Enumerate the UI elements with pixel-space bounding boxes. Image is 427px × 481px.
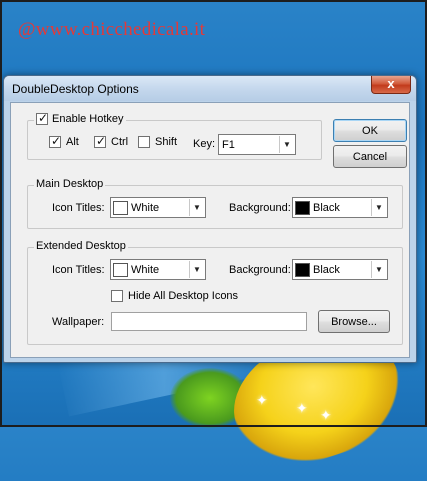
dropdown-arrow-icon: ▼ [189,199,204,216]
enable-hotkey-label: Enable Hotkey [52,113,124,125]
extended-desktop-group-label-wrap: Extended Desktop [34,240,128,252]
extended-desktop-label: Extended Desktop [36,240,126,252]
ext-icon-titles-select[interactable]: White ▼ [110,259,206,280]
watermark-text: @www.chicchedicala.it [18,19,206,40]
hide-icons-label: Hide All Desktop Icons [128,290,239,302]
alt-checkbox[interactable]: ✓ [49,134,62,148]
options-dialog: DoubleDesktop Options x ✓ Enable Hotkey … [3,75,417,363]
main-desktop-group: Main Desktop Icon Titles: White ▼ Backgr… [27,178,403,229]
ok-button[interactable]: OK [333,119,407,142]
shift-checkbox[interactable] [138,136,150,148]
alt-checkbox-row[interactable]: ✓ Alt [49,134,79,148]
close-button[interactable]: x [371,76,411,94]
dropdown-arrow-icon: ▼ [189,261,204,278]
browse-button[interactable]: Browse... [318,310,390,333]
black-color-swatch [295,200,310,215]
window-title: DoubleDesktop Options [12,82,139,96]
shift-label: Shift [155,136,178,148]
main-icon-titles-value: White [131,201,160,214]
ext-icon-titles-value: White [131,263,160,276]
wallpaper-label: Wallpaper: [52,316,105,328]
ext-icon-titles-label: Icon Titles: [52,264,105,276]
sparkle-icon: ✦ [296,400,308,416]
ctrl-checkbox-row[interactable]: ✓ Ctrl [94,134,129,148]
checkmark-icon: ✓ [96,134,107,148]
ext-background-label: Background: [229,264,291,276]
key-label: Key: [193,138,216,150]
dropdown-arrow-icon: ▼ [371,261,386,278]
enable-hotkey-checkbox[interactable]: ✓ [36,111,49,125]
dropdown-arrow-icon: ▼ [279,136,294,153]
main-icon-titles-select[interactable]: White ▼ [110,197,206,218]
enable-hotkey-checkbox-row[interactable]: ✓ Enable Hotkey [34,111,126,125]
main-desktop-label: Main Desktop [36,178,104,190]
checkmark-icon: ✓ [38,111,49,125]
key-select-value: F1 [222,138,235,151]
hotkey-group: ✓ Enable Hotkey ✓ Alt ✓ Ctrl Shift Key: … [27,111,322,160]
ctrl-checkbox[interactable]: ✓ [94,134,107,148]
main-icon-titles-label: Icon Titles: [52,202,105,214]
ext-background-value: Black [313,263,340,276]
shift-checkbox-row[interactable]: Shift [138,136,177,148]
alt-label: Alt [66,136,79,148]
key-select[interactable]: F1 ▼ [218,134,296,155]
main-background-select[interactable]: Black ▼ [292,197,388,218]
sparkle-icon: ✦ [320,407,332,423]
main-desktop-group-label-wrap: Main Desktop [34,178,106,190]
ctrl-label: Ctrl [111,136,129,148]
white-color-swatch [113,262,128,277]
hide-icons-checkbox[interactable] [111,290,123,302]
black-color-swatch [295,262,310,277]
ext-background-select[interactable]: Black ▼ [292,259,388,280]
close-icon: x [387,76,395,91]
dropdown-arrow-icon: ▼ [371,199,386,216]
hide-icons-checkbox-row[interactable]: Hide All Desktop Icons [111,290,238,302]
cancel-button[interactable]: Cancel [333,145,407,168]
extended-desktop-group: Extended Desktop Icon Titles: White ▼ Ba… [27,240,403,345]
checkmark-icon: ✓ [51,134,62,148]
dialog-client-area: ✓ Enable Hotkey ✓ Alt ✓ Ctrl Shift Key: … [10,102,410,358]
wallpaper-path-input[interactable] [111,312,307,331]
title-bar[interactable]: DoubleDesktop Options x [4,76,416,101]
main-background-value: Black [313,201,340,214]
sparkle-icon: ✦ [256,392,268,408]
main-background-label: Background: [229,202,291,214]
white-color-swatch [113,200,128,215]
